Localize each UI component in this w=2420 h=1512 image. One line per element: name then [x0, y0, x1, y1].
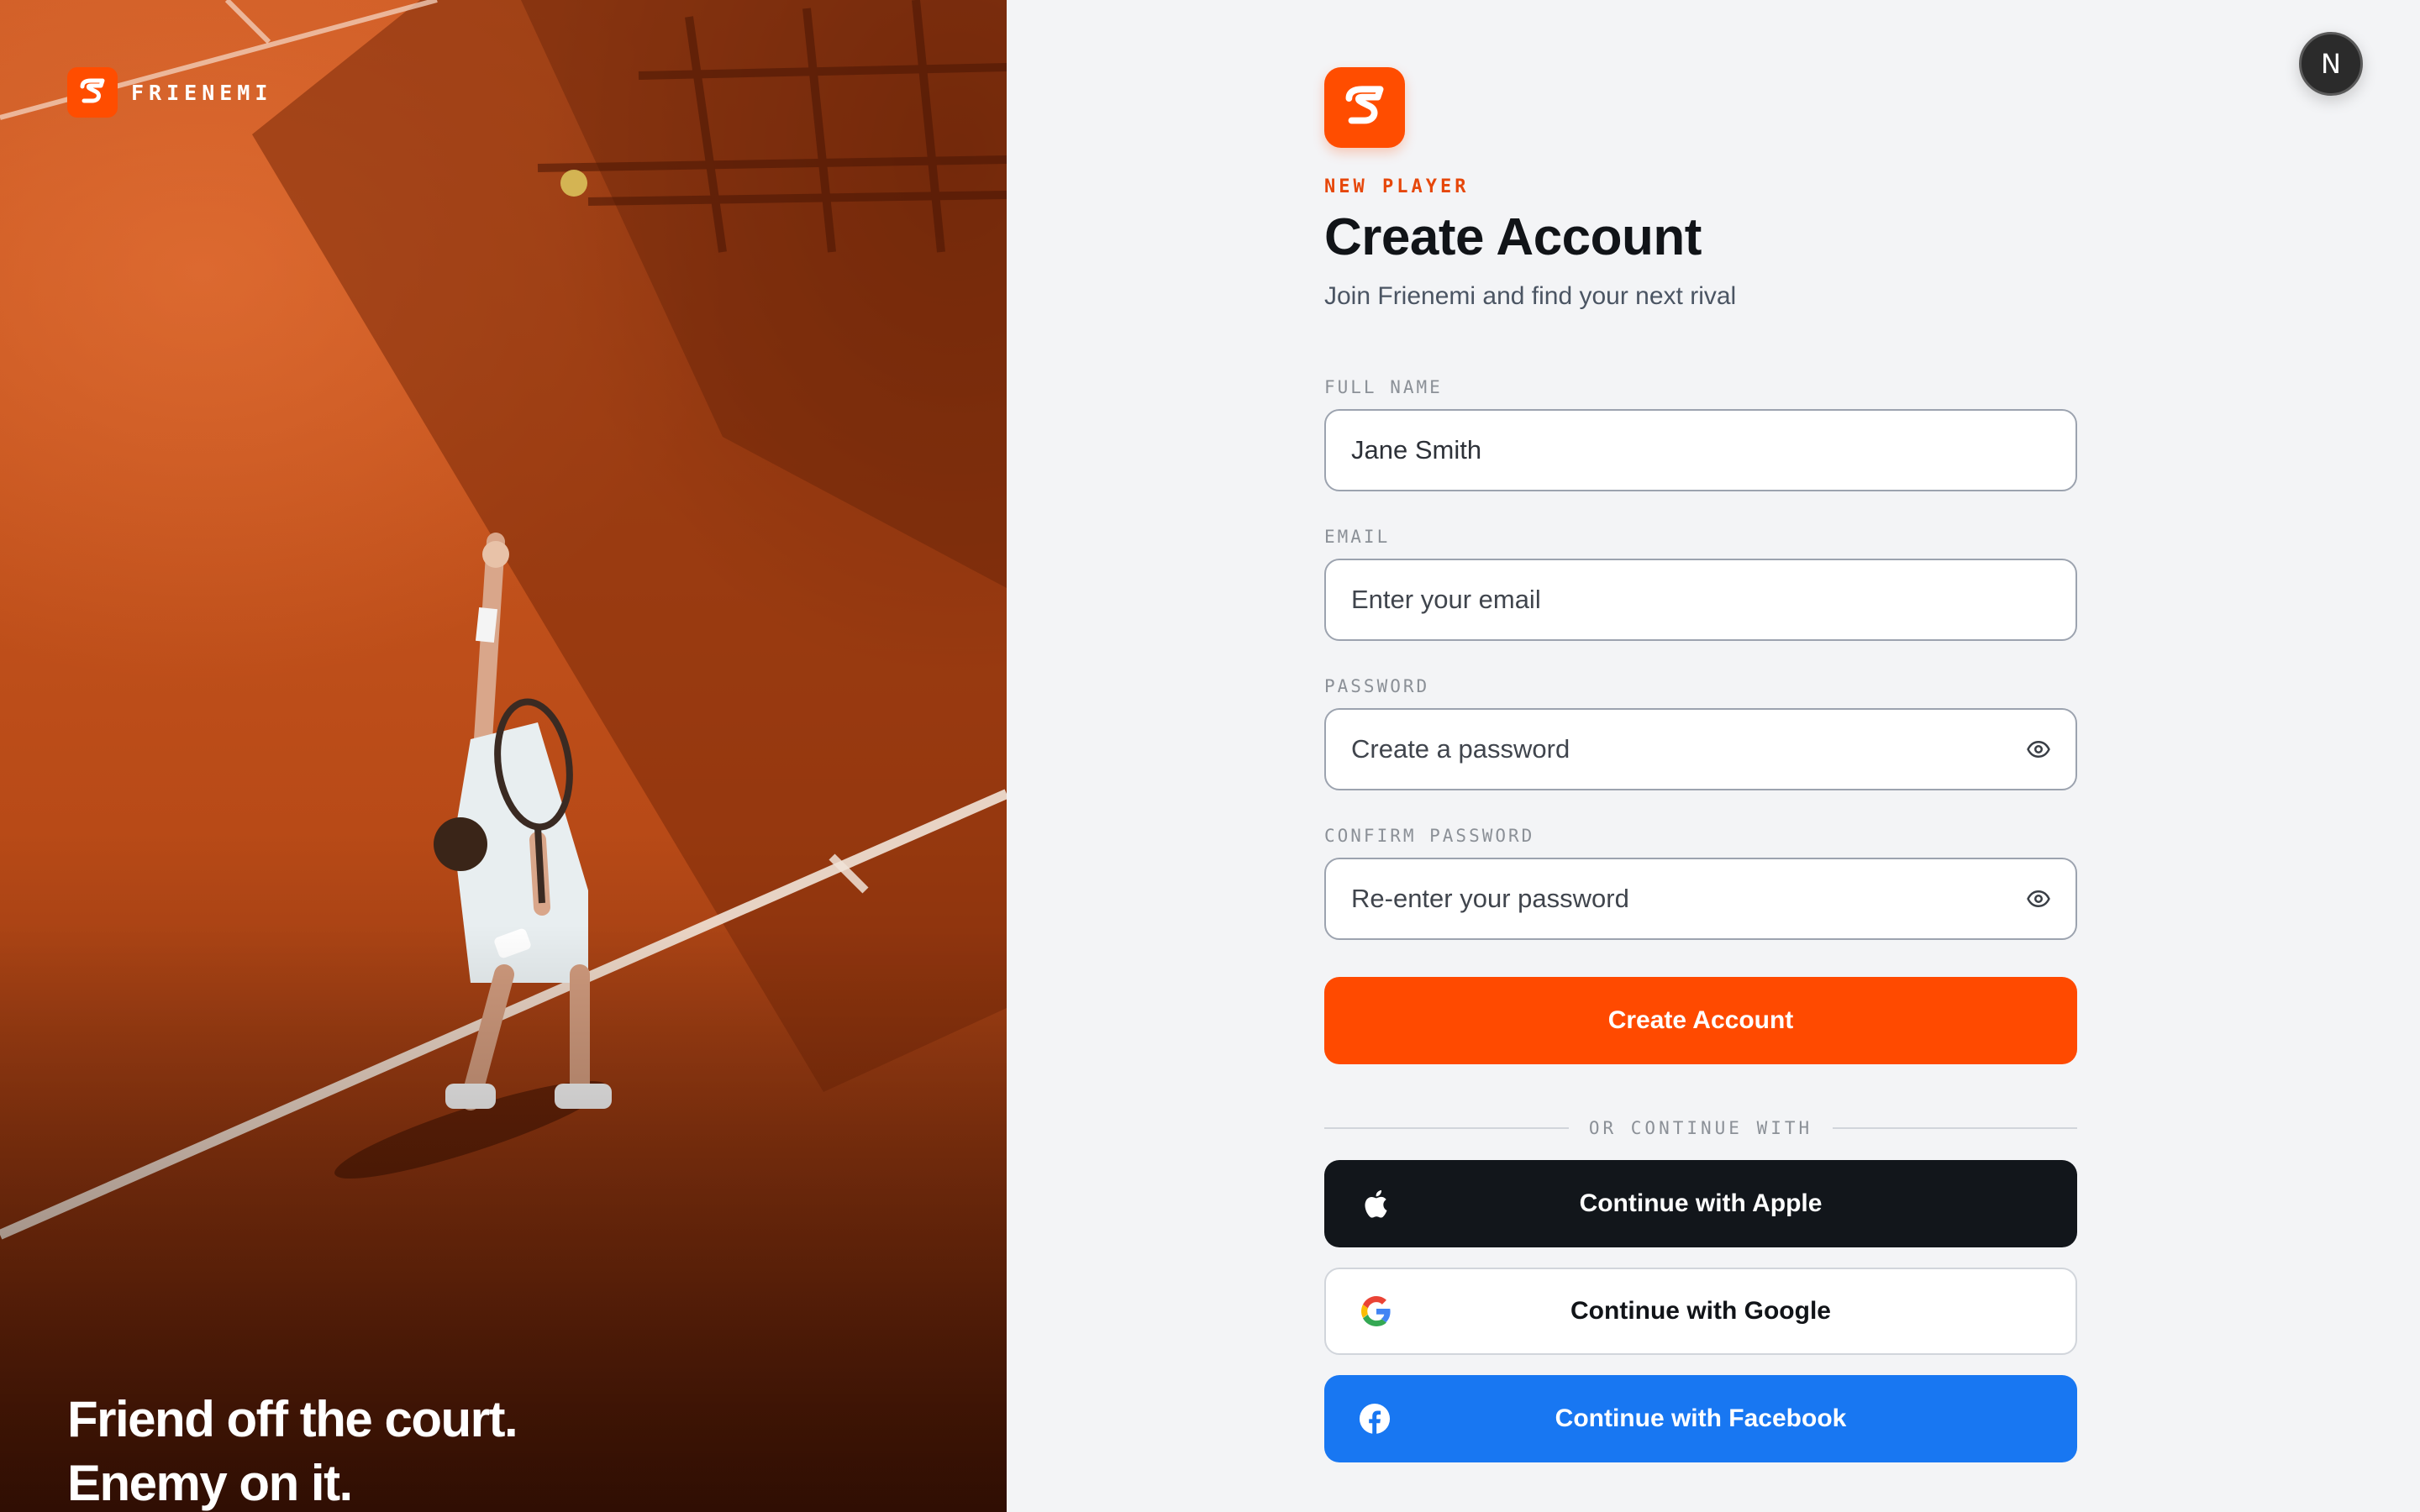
password-label: PASSWORD: [1324, 676, 1430, 696]
full-name-input[interactable]: [1349, 434, 2052, 466]
page-title: Create Account: [1324, 208, 1702, 266]
create-account-button[interactable]: Create Account: [1324, 977, 2077, 1064]
confirm-password-label: CONFIRM PASSWORD: [1324, 826, 1535, 846]
continue-with-google-button[interactable]: Continue with Google: [1324, 1268, 2077, 1355]
facebook-button-label: Continue with Facebook: [1555, 1404, 1847, 1432]
tagline-line-2: Enemy on it.: [67, 1455, 353, 1511]
divider-line: [1833, 1127, 2078, 1129]
app-logo-icon: [1324, 67, 1405, 148]
page-subtitle: Join Frienemi and find your next rival: [1324, 282, 1737, 310]
full-name-field-wrapper: [1324, 409, 2077, 491]
frienemi-logo-icon: [67, 67, 118, 118]
email-field-wrapper: [1324, 559, 2077, 641]
eyebrow-label: NEW PLAYER: [1324, 176, 1470, 197]
password-input[interactable]: [1349, 733, 2052, 765]
continue-with-facebook-button[interactable]: Continue with Facebook: [1324, 1375, 2077, 1462]
divider-line: [1324, 1127, 1569, 1129]
email-label: EMAIL: [1324, 527, 1391, 547]
email-input[interactable]: [1349, 584, 2052, 616]
eye-icon[interactable]: [2025, 736, 2052, 763]
continue-with-apple-button[interactable]: Continue with Apple: [1324, 1160, 2077, 1247]
confirm-password-input[interactable]: [1349, 883, 2052, 915]
full-name-label: FULL NAME: [1324, 377, 1443, 397]
confirm-password-field-wrapper: [1324, 858, 2077, 940]
tennis-court-illustration: [0, 0, 1007, 1512]
divider-text: OR CONTINUE WITH: [1588, 1118, 1813, 1138]
password-field-wrapper: [1324, 708, 2077, 790]
social-divider: OR CONTINUE WITH: [1324, 1118, 2078, 1138]
eye-icon[interactable]: [2025, 885, 2052, 912]
brand-logo[interactable]: FRIENEMI: [67, 67, 272, 118]
user-avatar[interactable]: N: [2299, 32, 2363, 96]
apple-button-label: Continue with Apple: [1579, 1189, 1823, 1217]
google-icon: [1360, 1294, 1393, 1328]
google-button-label: Continue with Google: [1570, 1297, 1831, 1325]
apple-icon: [1358, 1187, 1392, 1221]
brand-name: FRIENEMI: [131, 80, 273, 105]
facebook-icon: [1358, 1402, 1392, 1436]
hero-tagline: Friend off the court. Enemy on it.: [67, 1388, 518, 1512]
create-account-form: NEW PLAYER Create Account Join Frienemi …: [1324, 67, 2078, 1462]
tagline-line-1: Friend off the court.: [67, 1391, 518, 1447]
hero-image-panel: FRIENEMI Friend off the court. Enemy on …: [0, 0, 1007, 1512]
